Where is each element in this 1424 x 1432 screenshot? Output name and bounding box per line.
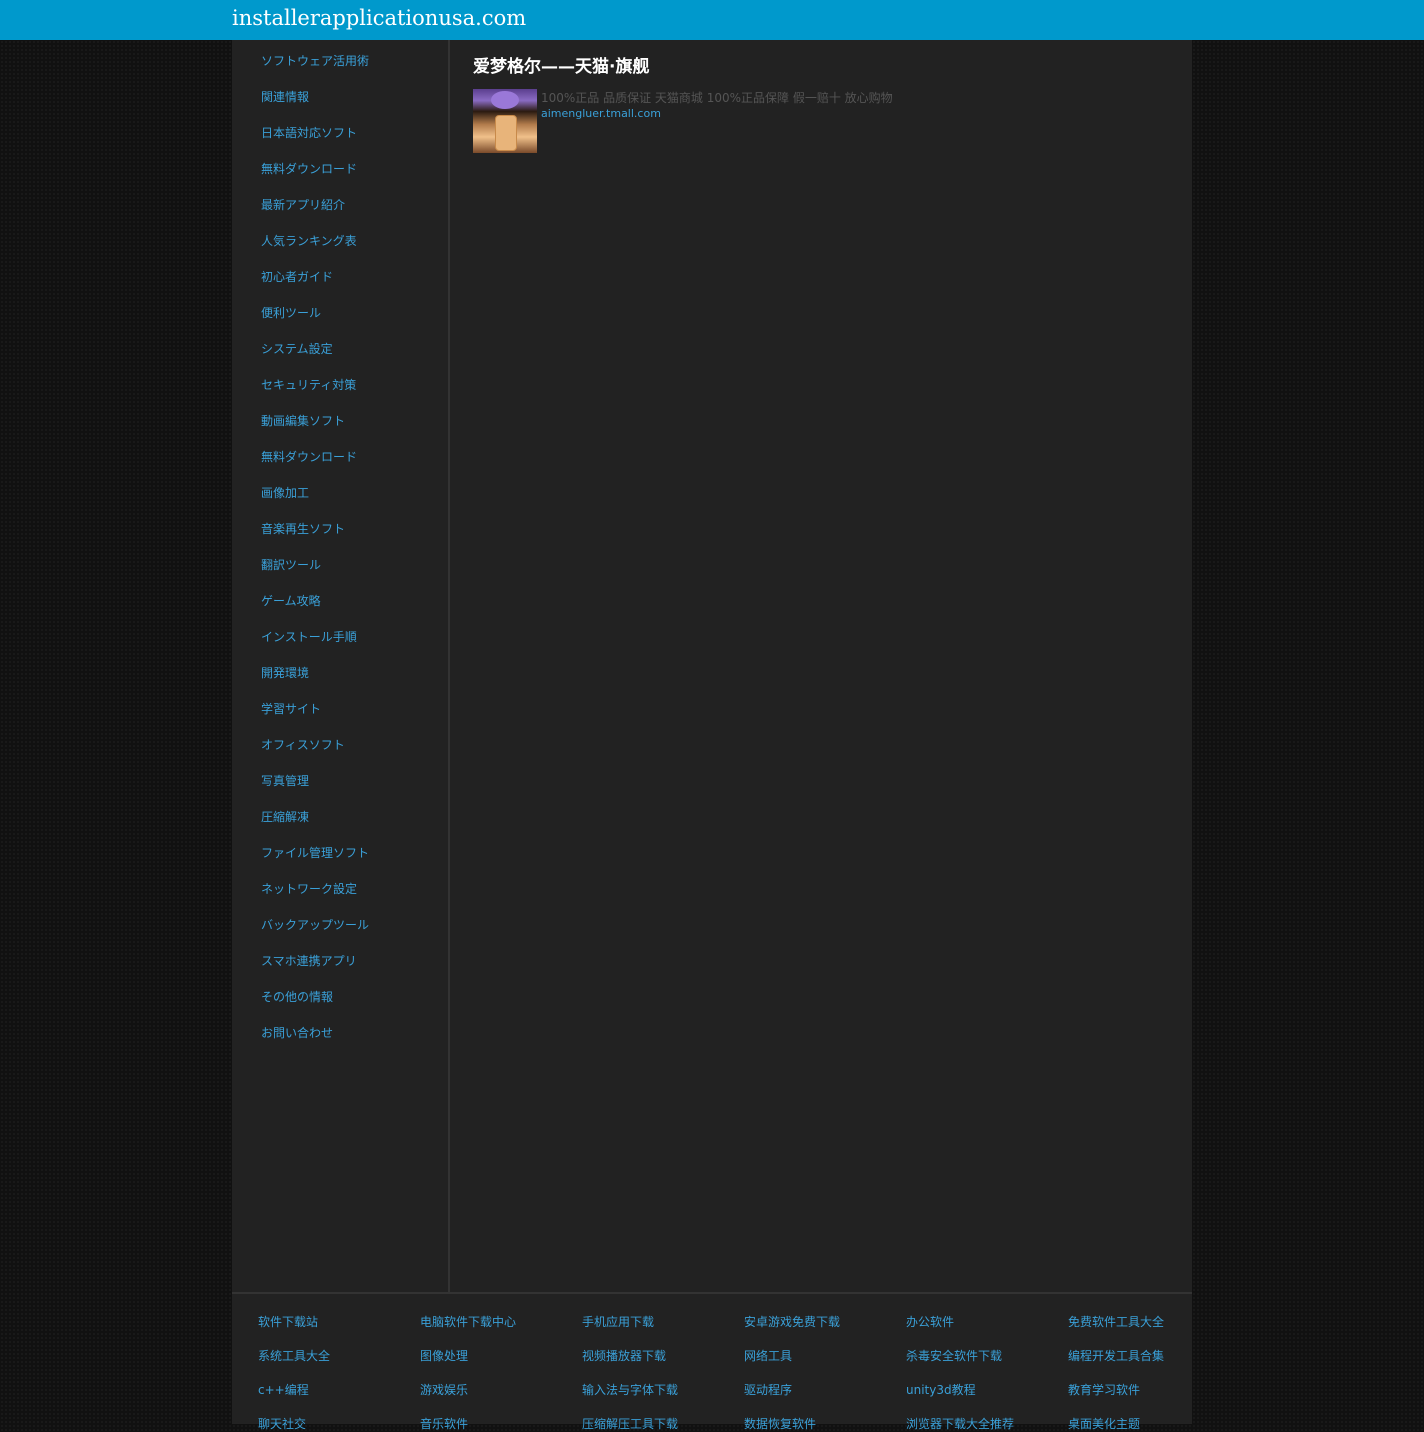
- sidebar-item: 写真管理: [261, 772, 369, 808]
- sidebar-item: 初心者ガイド: [261, 268, 369, 304]
- footer-link[interactable]: 系统工具大全: [258, 1348, 420, 1364]
- footer: 软件下载站 电脑软件下载中心 手机应用下载 安卓游戏免费下载 办公软件 免费软件…: [232, 1292, 1192, 1431]
- footer-link[interactable]: 软件下载站: [258, 1314, 420, 1330]
- sidebar-link[interactable]: 無料ダウンロード: [261, 450, 357, 464]
- sidebar-link[interactable]: ネットワーク設定: [261, 882, 357, 896]
- top-bar: installerapplicationusa.com: [0, 0, 1424, 40]
- sidebar-link[interactable]: バックアップツール: [261, 918, 369, 932]
- sidebar-item: 無料ダウンロード: [261, 448, 369, 484]
- sidebar-item: 音楽再生ソフト: [261, 520, 369, 556]
- sidebar-item: 便利ツール: [261, 304, 369, 340]
- footer-link[interactable]: 网络工具: [744, 1348, 906, 1364]
- sidebar-link[interactable]: ゲーム攻略: [261, 594, 321, 608]
- footer-links: 软件下载站 电脑软件下载中心 手机应用下载 安卓游戏免费下载 办公软件 免费软件…: [258, 1314, 1192, 1432]
- footer-link[interactable]: 安卓游戏免费下载: [744, 1314, 906, 1330]
- footer-link[interactable]: c++编程: [258, 1382, 420, 1398]
- ad-thumbnail-image[interactable]: [473, 89, 537, 153]
- sidebar-link[interactable]: 翻訳ツール: [261, 558, 321, 572]
- footer-link[interactable]: 编程开发工具合集: [1068, 1348, 1230, 1364]
- sidebar-item: オフィスソフト: [261, 736, 369, 772]
- sidebar-link[interactable]: ソフトウェア活用術: [261, 54, 369, 68]
- ad-block: 100%正品 品质保证 天猫商城 100%正品保障 假一赔十 放心购物 aime…: [473, 89, 1173, 157]
- page-title: 爱梦格尔——天猫·旗舰: [473, 57, 650, 77]
- sidebar-link[interactable]: オフィスソフト: [261, 738, 345, 752]
- product-figure: [495, 115, 517, 151]
- page-container: ソフトウェア活用術 関連情報 日本語対応ソフト 無料ダウンロード 最新アプリ紹介…: [232, 40, 1192, 1431]
- sidebar-item: 関連情報: [261, 88, 369, 124]
- footer-link[interactable]: 输入法与字体下载: [582, 1382, 744, 1398]
- sidebar-link[interactable]: セキュリティ対策: [261, 378, 356, 392]
- ad-description: 100%正品 品质保证 天猫商城 100%正品保障 假一赔十 放心购物: [541, 91, 893, 105]
- sidebar-link[interactable]: 人気ランキング表: [261, 234, 357, 248]
- footer-link[interactable]: 电脑软件下载中心: [420, 1314, 582, 1330]
- footer-link[interactable]: 图像处理: [420, 1348, 582, 1364]
- footer-link[interactable]: 办公软件: [906, 1314, 1068, 1330]
- sidebar-item: 開発環境: [261, 664, 369, 700]
- sidebar-link[interactable]: 圧縮解凍: [261, 810, 309, 824]
- sidebar-item: インストール手順: [261, 628, 369, 664]
- sidebar-link[interactable]: 最新アプリ紹介: [261, 198, 345, 212]
- sidebar-link[interactable]: ファイル管理ソフト: [261, 846, 369, 860]
- sidebar-item: ソフトウェア活用術: [261, 52, 369, 88]
- sidebar-menu: ソフトウェア活用術 関連情報 日本語対応ソフト 無料ダウンロード 最新アプリ紹介…: [261, 52, 369, 1060]
- footer-link[interactable]: 免费软件工具大全: [1068, 1314, 1230, 1330]
- sidebar-item: ゲーム攻略: [261, 592, 369, 628]
- footer-link[interactable]: 游戏娱乐: [420, 1382, 582, 1398]
- sidebar-item: 学習サイト: [261, 700, 369, 736]
- sidebar-link[interactable]: 学習サイト: [261, 702, 321, 716]
- sidebar-link[interactable]: 動画編集ソフト: [261, 414, 345, 428]
- sidebar-item: 日本語対応ソフト: [261, 124, 369, 160]
- footer-link[interactable]: 聊天社交: [258, 1416, 420, 1432]
- footer-link[interactable]: 杀毒安全软件下载: [906, 1348, 1068, 1364]
- footer-link[interactable]: 压缩解压工具下载: [582, 1416, 744, 1432]
- sidebar-item: システム設定: [261, 340, 369, 376]
- sidebar-link[interactable]: 音楽再生ソフト: [261, 522, 345, 536]
- site-title-link[interactable]: installerapplicationusa.com: [232, 6, 526, 30]
- sidebar-link[interactable]: スマホ連携アプリ: [261, 954, 357, 968]
- footer-link[interactable]: 桌面美化主题: [1068, 1416, 1230, 1432]
- sidebar-link[interactable]: 無料ダウンロード: [261, 162, 357, 176]
- sidebar-link[interactable]: インストール手順: [261, 630, 357, 644]
- sidebar-item: セキュリティ対策: [261, 376, 369, 412]
- sidebar-link[interactable]: その他の情報: [261, 990, 333, 1004]
- footer-link[interactable]: 音乐软件: [420, 1416, 582, 1432]
- sidebar-link[interactable]: 便利ツール: [261, 306, 321, 320]
- sidebar-link[interactable]: 初心者ガイド: [261, 270, 333, 284]
- sidebar-item: 動画編集ソフト: [261, 412, 369, 448]
- sidebar-item: 最新アプリ紹介: [261, 196, 369, 232]
- footer-link[interactable]: 数据恢复软件: [744, 1416, 906, 1432]
- sidebar-item: 翻訳ツール: [261, 556, 369, 592]
- sidebar-item: ファイル管理ソフト: [261, 844, 369, 880]
- sidebar-item: その他の情報: [261, 988, 369, 1024]
- sidebar-link[interactable]: 開発環境: [261, 666, 309, 680]
- sidebar-item: 画像加工: [261, 484, 369, 520]
- footer-link[interactable]: 视频播放器下载: [582, 1348, 744, 1364]
- sidebar-item: 無料ダウンロード: [261, 160, 369, 196]
- sidebar-item: お問い合わせ: [261, 1024, 369, 1060]
- footer-link[interactable]: unity3d教程: [906, 1382, 1068, 1398]
- footer-link[interactable]: 浏览器下载大全推荐: [906, 1416, 1068, 1432]
- sidebar-item: スマホ連携アプリ: [261, 952, 369, 988]
- sidebar-link[interactable]: 関連情報: [261, 90, 309, 104]
- sidebar-link[interactable]: システム設定: [261, 342, 333, 356]
- sidebar-link[interactable]: お問い合わせ: [261, 1026, 333, 1040]
- sidebar-item: バックアップツール: [261, 916, 369, 952]
- sidebar-link[interactable]: 画像加工: [261, 486, 309, 500]
- sidebar-item: 人気ランキング表: [261, 232, 369, 268]
- footer-link[interactable]: 驱动程序: [744, 1382, 906, 1398]
- footer-link[interactable]: 手机应用下载: [582, 1314, 744, 1330]
- ad-link[interactable]: aimengluer.tmall.com: [541, 107, 661, 120]
- sidebar: ソフトウェア活用術 関連情報 日本語対応ソフト 無料ダウンロード 最新アプリ紹介…: [232, 40, 450, 1292]
- sidebar-link[interactable]: 写真管理: [261, 774, 309, 788]
- flower-decoration: [491, 91, 519, 109]
- main-content: 爱梦格尔——天猫·旗舰 100%正品 品质保证 天猫商城 100%正品保障 假一…: [473, 54, 1173, 157]
- footer-link[interactable]: 教育学习软件: [1068, 1382, 1230, 1398]
- sidebar-item: ネットワーク設定: [261, 880, 369, 916]
- sidebar-link[interactable]: 日本語対応ソフト: [261, 126, 357, 140]
- sidebar-item: 圧縮解凍: [261, 808, 369, 844]
